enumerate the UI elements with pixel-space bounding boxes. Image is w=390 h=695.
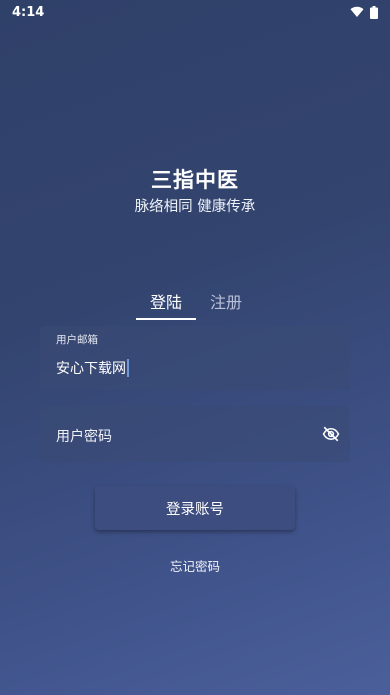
password-field[interactable]: 用户密码 — [40, 406, 350, 462]
app-title: 三指中医 — [151, 168, 239, 192]
password-input[interactable]: 用户密码 — [56, 426, 112, 446]
tab-register[interactable]: 注册 — [196, 286, 256, 320]
auth-tabs: 登陆 注册 — [136, 286, 256, 320]
status-time: 4:14 — [12, 4, 45, 20]
text-caret — [127, 359, 129, 377]
wifi-icon — [350, 6, 364, 18]
battery-icon — [370, 5, 378, 19]
email-field-label: 用户邮箱 — [56, 334, 98, 346]
visibility-off-icon[interactable] — [322, 426, 340, 442]
tab-login[interactable]: 登陆 — [136, 286, 196, 320]
status-icons — [350, 5, 378, 19]
forgot-password-link[interactable]: 忘记密码 — [0, 556, 390, 575]
email-input[interactable]: 安心下载网 — [56, 358, 129, 378]
email-field[interactable]: 用户邮箱 安心下载网 — [40, 326, 350, 390]
status-bar: 4:14 — [0, 0, 390, 24]
email-input-value: 安心下载网 — [56, 361, 126, 377]
app-subtitle: 脉络相同 健康传承 — [134, 199, 256, 215]
login-button[interactable]: 登录账号 — [95, 486, 295, 530]
